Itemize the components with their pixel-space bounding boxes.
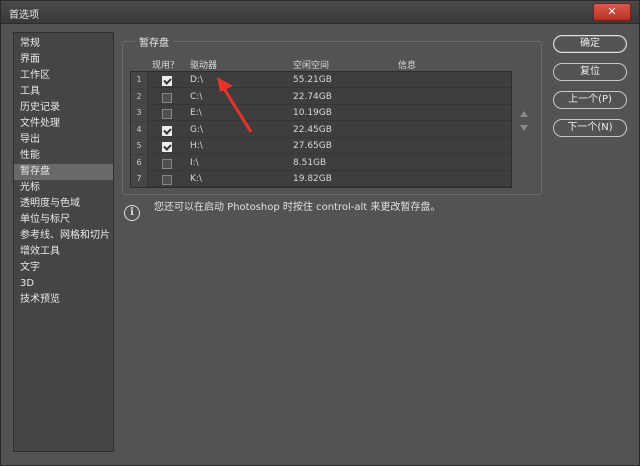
free-space-cell: 10.19GB <box>293 108 332 118</box>
scratch-disk-group-label: 暂存盘 <box>135 34 173 49</box>
sidebar-item[interactable]: 增效工具 <box>14 244 113 260</box>
preferences-sidebar: 常规 界面 工作区 工具 历史记录 文件处理 导出 性能 暂存盘 光标 透明度与色域 单位与标尺 参考线… <box>13 32 114 452</box>
row-number: 6 <box>131 154 148 171</box>
reset-button[interactable]: 复位 <box>553 63 627 81</box>
sidebar-item[interactable]: 参考线、网格和切片 <box>14 228 113 244</box>
active-checkbox[interactable] <box>162 175 172 185</box>
row-number: 2 <box>131 88 148 105</box>
sidebar-item[interactable]: 界面 <box>14 52 113 68</box>
column-header-info: 信息 <box>398 61 417 71</box>
preferences-window: 首选项 ✕ 常规 界面 工作区 工具 历史记录 文件处理 导出 性能 暂存盘 光标 透明度与色域 单位… <box>0 0 640 466</box>
table-row[interactable]: 7 K:\ 19.82GB <box>131 171 511 187</box>
sidebar-item[interactable]: 暂存盘 <box>14 164 113 180</box>
row-number: 3 <box>131 105 148 121</box>
sidebar-item[interactable]: 单位与标尺 <box>14 212 113 228</box>
move-up-icon[interactable] <box>520 111 528 117</box>
free-space-cell: 27.65GB <box>293 141 332 151</box>
next-button[interactable]: 下一个(N) <box>553 119 627 137</box>
sidebar-item[interactable]: 历史记录 <box>14 100 113 116</box>
table-row[interactable]: 6 I:\ 8.51GB <box>131 154 511 171</box>
drive-cell: D:\ <box>190 75 203 85</box>
row-number: 5 <box>131 138 148 154</box>
free-space-cell: 8.51GB <box>293 157 327 168</box>
ok-button[interactable]: 确定 <box>553 35 627 53</box>
sidebar-item[interactable]: 导出 <box>14 132 113 148</box>
free-space-cell: 22.74GB <box>293 91 332 102</box>
close-button[interactable]: ✕ <box>593 3 631 21</box>
title-bar[interactable]: 首选项 ✕ <box>1 1 639 24</box>
free-space-cell: 22.45GB <box>293 124 332 135</box>
sidebar-item[interactable]: 常规 <box>14 36 113 52</box>
sidebar-item[interactable]: 透明度与色域 <box>14 196 113 212</box>
window-title: 首选项 <box>9 10 39 21</box>
sidebar-item[interactable]: 工作区 <box>14 68 113 84</box>
active-checkbox[interactable] <box>162 142 172 152</box>
table-row[interactable]: 2 C:\ 22.74GB <box>131 88 511 105</box>
drive-cell: H:\ <box>190 141 203 151</box>
column-header-active: 现用？ <box>152 61 180 71</box>
sidebar-item[interactable]: 工具 <box>14 84 113 100</box>
free-space-cell: 19.82GB <box>293 174 332 184</box>
sidebar-item[interactable]: 3D <box>14 276 113 292</box>
table-row[interactable]: 5 H:\ 27.65GB <box>131 138 511 154</box>
drive-cell: G:\ <box>190 124 204 135</box>
active-checkbox[interactable] <box>162 125 172 136</box>
active-checkbox[interactable] <box>162 92 172 103</box>
drive-cell: C:\ <box>190 91 203 102</box>
info-icon: i <box>124 205 140 221</box>
drive-cell: I:\ <box>190 157 199 168</box>
row-number: 7 <box>131 171 148 187</box>
sidebar-item[interactable]: 文字 <box>14 260 113 276</box>
drive-cell: K:\ <box>190 174 202 184</box>
scratch-disk-table: 1 D:\ 55.21GB 2 C:\ 22.74GB 3 E:\ 10.19GB 4 G:\ 22.… <box>130 71 512 188</box>
row-number: 1 <box>131 72 148 88</box>
annotation-arrow-icon <box>217 77 253 133</box>
table-row[interactable]: 4 G:\ 22.45GB <box>131 121 511 138</box>
drive-cell: E:\ <box>190 108 202 118</box>
move-down-icon[interactable] <box>520 125 528 131</box>
sidebar-item[interactable]: 技术预览 <box>14 292 113 308</box>
close-icon: ✕ <box>607 5 617 18</box>
row-number: 4 <box>131 121 148 138</box>
previous-button[interactable]: 上一个(P) <box>553 91 627 109</box>
info-text: 您还可以在启动 Photoshop 时按住 control-alt 来更改暂存盘… <box>154 202 441 213</box>
column-header-drive: 驱动器 <box>190 61 218 71</box>
sidebar-item[interactable]: 性能 <box>14 148 113 164</box>
active-checkbox[interactable] <box>162 109 172 119</box>
table-row[interactable]: 1 D:\ 55.21GB <box>131 72 511 88</box>
active-checkbox[interactable] <box>162 76 172 86</box>
sidebar-list: 常规 界面 工作区 工具 历史记录 文件处理 导出 性能 暂存盘 光标 透明度与色域 单位与标尺 参考线… <box>14 36 113 308</box>
table-row[interactable]: 3 E:\ 10.19GB <box>131 105 511 121</box>
column-header-free-space: 空闲空间 <box>293 61 330 71</box>
free-space-cell: 55.21GB <box>293 75 332 85</box>
sidebar-item[interactable]: 文件处理 <box>14 116 113 132</box>
active-checkbox[interactable] <box>162 158 172 169</box>
sidebar-item[interactable]: 光标 <box>14 180 113 196</box>
